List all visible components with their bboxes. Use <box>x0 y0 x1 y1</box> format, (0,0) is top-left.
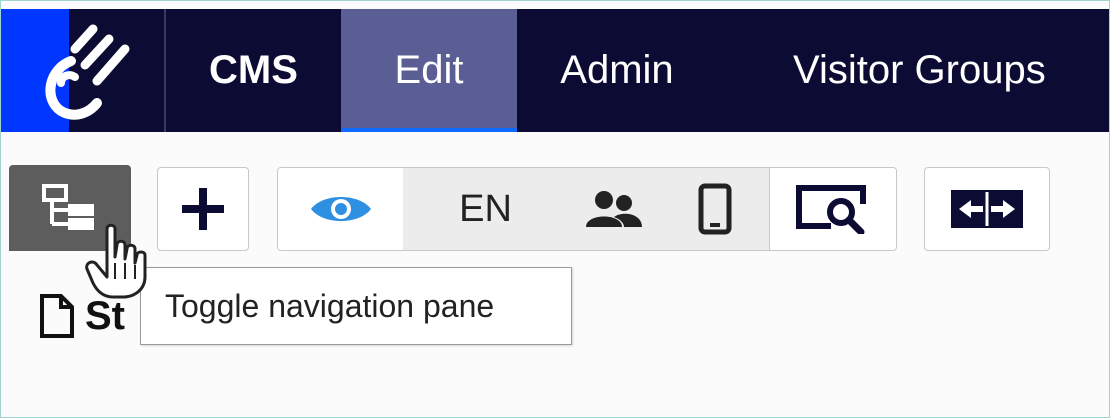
compare-button[interactable] <box>924 167 1050 251</box>
nav-tab-cms[interactable]: CMS <box>166 9 341 132</box>
tooltip: Toggle navigation pane <box>140 267 572 345</box>
users-icon <box>586 191 642 227</box>
app-frame: CMS Edit Admin Visitor Groups EN St Togg… <box>0 0 1110 418</box>
device-preview-button[interactable] <box>660 168 769 250</box>
page-icon <box>40 294 74 338</box>
preview-search-icon <box>796 185 866 234</box>
logo[interactable] <box>1 9 164 132</box>
view-mode-button[interactable] <box>278 168 403 250</box>
visitor-groups-button[interactable] <box>568 168 660 250</box>
view-options-group: EN <box>277 167 897 251</box>
page-title: St <box>39 293 125 339</box>
add-content-button[interactable] <box>157 167 249 251</box>
nav-tab-admin[interactable]: Admin <box>517 9 717 132</box>
optimizely-logo-icon <box>45 24 130 120</box>
top-navigation: CMS Edit Admin Visitor Groups <box>1 9 1109 132</box>
preview-button[interactable] <box>769 168 896 250</box>
plus-icon <box>182 188 224 230</box>
hand-cursor-icon <box>85 223 147 299</box>
eye-icon <box>310 197 371 221</box>
tablet-icon <box>698 183 731 235</box>
language-selector[interactable]: EN <box>403 168 568 250</box>
compare-icon <box>951 190 1023 228</box>
page-title-text: St <box>85 293 125 338</box>
nav-tab-edit[interactable]: Edit <box>341 9 517 132</box>
nav-tab-visitor-groups[interactable]: Visitor Groups <box>763 9 1109 132</box>
